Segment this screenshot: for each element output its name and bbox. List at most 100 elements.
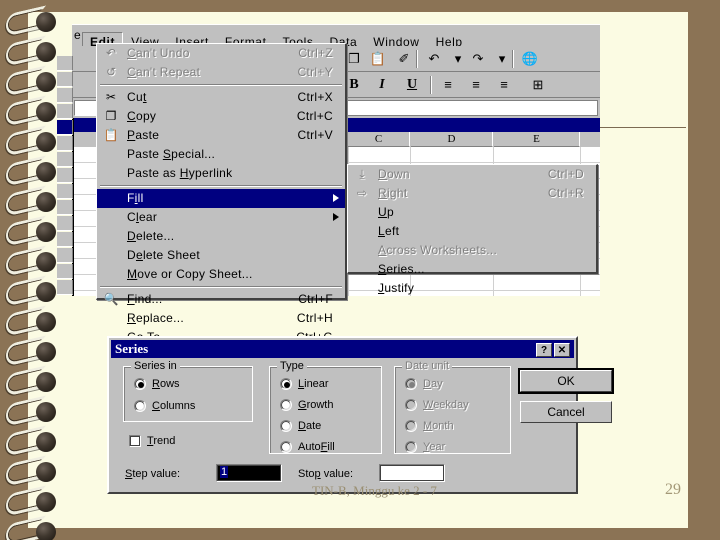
menu-item-right[interactable]: ⇨ Right Ctrl+R (348, 184, 596, 203)
menu-item-label: Move or Copy Sheet... (127, 267, 253, 281)
fill-right-icon: ⇨ (356, 186, 368, 200)
menu-item-justify[interactable]: Justify (348, 279, 596, 298)
spiral-coil (6, 275, 60, 307)
help-button[interactable]: ? (536, 343, 552, 357)
fill-submenu[interactable]: ⤓ Down Ctrl+D ⇨ Right Ctrl+R Up Left Across Work… (347, 164, 598, 295)
row-header[interactable] (57, 56, 73, 71)
menu-item-paste[interactable]: 📋 Paste Ctrl+V (97, 126, 345, 145)
menu-item-shortcut: Ctrl+Y (297, 65, 333, 79)
hyperlink-icon[interactable]: 🌐 (520, 50, 540, 68)
menu-item-can-t-undo[interactable]: ↶ Can't Undo Ctrl+Z (97, 44, 345, 63)
spiral-coil (6, 35, 60, 67)
series-dialog[interactable]: Series ? ✕ Series in Rows Columns Trend T… (107, 336, 614, 494)
ok-button[interactable]: OK (518, 368, 614, 394)
series-in-legend: Series in (131, 360, 180, 372)
row-header[interactable] (57, 184, 73, 199)
menu-separator (100, 185, 342, 187)
radio-label: Date (298, 420, 322, 432)
align-left-button[interactable]: ≡ (438, 76, 458, 94)
row-header[interactable] (57, 264, 73, 279)
menu-item-up[interactable]: Up (348, 203, 596, 222)
menu-item-label: Can't Repeat (127, 65, 201, 79)
close-icon[interactable]: ✕ (554, 343, 570, 357)
menu-item-clear[interactable]: Clear (97, 208, 345, 227)
row-header[interactable] (57, 120, 73, 135)
bold-button[interactable]: B (344, 76, 364, 94)
type-group: Type Linear Growth Date AutoFill (269, 360, 382, 454)
menu-item-replace[interactable]: Replace... Ctrl+H (97, 309, 345, 328)
menu-item-find[interactable]: 🔍 Find... Ctrl+F (97, 290, 345, 309)
spiral-coil (6, 365, 60, 397)
menu-item-left[interactable]: Left (348, 222, 596, 241)
edit-dropdown-menu[interactable]: ↶ Can't Undo Ctrl+Z ↺ Can't Repeat Ctrl+Y ✂ Cut… (96, 43, 347, 344)
radio-label: Columns (152, 400, 196, 412)
menu-item-label: Delete... (127, 229, 175, 243)
spiral-coil (6, 395, 60, 427)
paste-icon[interactable]: 📋 (368, 50, 388, 68)
spiral-coil (6, 455, 60, 487)
slide-footer: TIN-B, Minggu ke 2 - 7 (312, 483, 437, 498)
paste-icon: 📋 (103, 128, 119, 142)
row-header[interactable] (57, 72, 73, 87)
italic-button[interactable]: I (372, 76, 392, 94)
menu-item-move-or-copy-sheet[interactable]: Move or Copy Sheet... (97, 265, 345, 284)
menu-item-fill[interactable]: Fill (97, 189, 345, 208)
binoculars-icon: 🔍 (103, 292, 119, 306)
redo-dropdown-icon[interactable]: ▾ (492, 50, 512, 68)
trend-checkbox-box[interactable] (129, 435, 141, 447)
menu-item-cut[interactable]: ✂ Cut Ctrl+X (97, 88, 345, 107)
menubar-item-e[interactable]: e (72, 25, 82, 46)
align-center-button[interactable]: ≡ (466, 76, 486, 94)
undo-icon[interactable]: ↶ (424, 50, 444, 68)
menu-item-delete[interactable]: Delete... (97, 227, 345, 246)
date-unit-group: Date unit Day Weekday Month Year (394, 360, 511, 454)
column-header-d[interactable]: D (411, 132, 493, 147)
merge-center-button[interactable]: ⊞ (528, 76, 548, 94)
row-header[interactable] (57, 152, 73, 167)
menu-item-can-t-repeat[interactable]: ↺ Can't Repeat Ctrl+Y (97, 63, 345, 82)
row-header[interactable] (57, 200, 73, 215)
menu-item-delete-sheet[interactable]: Delete Sheet (97, 246, 345, 265)
radio-label: Month (423, 420, 454, 432)
row-header[interactable] (57, 280, 73, 295)
menu-item-down[interactable]: ⤓ Down Ctrl+D (348, 165, 596, 184)
menu-item-label: Justify (378, 281, 415, 295)
row-header[interactable] (57, 136, 73, 151)
radio-dot-icon (134, 378, 146, 390)
format-painter-icon[interactable]: ✐ (394, 50, 414, 68)
spiral-coil (6, 335, 60, 367)
menu-item-across-worksheets[interactable]: Across Worksheets... (348, 241, 596, 260)
row-header[interactable] (57, 216, 73, 231)
row-header-strip[interactable] (57, 56, 73, 296)
radio-label: Growth (298, 399, 334, 411)
radio-dot-icon (405, 399, 417, 411)
redo-icon[interactable]: ↷ (468, 50, 488, 68)
cancel-button[interactable]: Cancel (520, 401, 612, 423)
underline-button[interactable]: U (402, 76, 422, 94)
series-in-group: Series in Rows Columns (123, 360, 253, 422)
menu-item-label: Series... (378, 262, 425, 276)
row-header[interactable] (57, 168, 73, 183)
align-right-button[interactable]: ≡ (494, 76, 514, 94)
trend-checkbox-label: Trend (147, 435, 176, 447)
menu-item-shortcut: Ctrl+C (296, 109, 333, 123)
undo-icon: ↶ (105, 46, 117, 60)
copy-icon[interactable]: ❐ (344, 50, 364, 68)
stop-value-input[interactable] (379, 464, 445, 482)
menu-item-copy[interactable]: ❐ Copy Ctrl+C (97, 107, 345, 126)
step-value-input[interactable]: 1 (216, 464, 282, 482)
row-header[interactable] (57, 88, 73, 103)
radio-dot-icon (405, 420, 417, 432)
column-header-c[interactable]: C (348, 132, 410, 147)
row-header[interactable] (57, 248, 73, 263)
row-header[interactable] (57, 104, 73, 119)
toolbar-separator (416, 50, 418, 68)
menu-item-label: Delete Sheet (127, 248, 200, 262)
undo-dropdown-icon[interactable]: ▾ (448, 50, 468, 68)
menu-item-series[interactable]: Series... (348, 260, 596, 279)
radio-label: Weekday (423, 399, 469, 411)
menu-item-paste-special[interactable]: Paste Special... (97, 145, 345, 164)
row-header[interactable] (57, 232, 73, 247)
column-header-e[interactable]: E (494, 132, 580, 147)
menu-item-paste-as-hyperlink[interactable]: Paste as Hyperlink (97, 164, 345, 183)
